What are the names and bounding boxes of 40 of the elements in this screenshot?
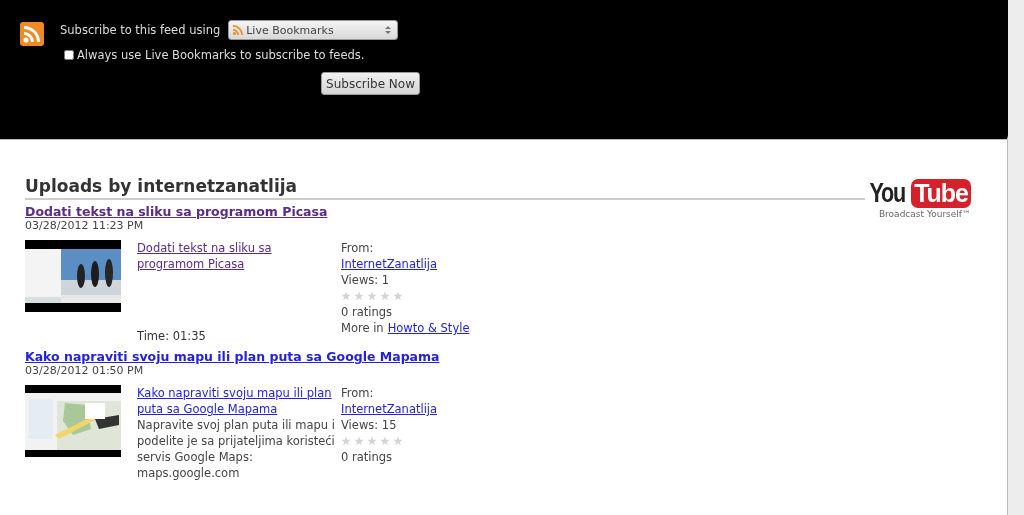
star-icon [367,291,377,301]
from-label: From: [341,240,375,256]
star-icon [341,436,351,446]
subscribe-button[interactable]: Subscribe Now [321,72,420,95]
more-label: More in [341,320,384,336]
star-icon [380,291,390,301]
author-link[interactable]: InternetZanatlija [341,402,438,416]
star-icon [341,291,351,301]
view-count: Views: 15 [341,417,398,433]
category-link[interactable]: Howto & Style [387,320,470,336]
logo-tagline: Broadcast Yourself™ [878,209,971,219]
always-label: Always use Live Bookmarks to subscribe to feeds. [77,48,365,62]
rating-count: 0 ratings [341,304,394,320]
video-link[interactable]: Dodati tekst na sliku sa programom Picasa [137,240,337,272]
rss-icon [232,24,245,36]
rss-icon [20,22,44,46]
feed-heading: Uploads by internetzanatlija [25,176,865,200]
from-label: From: [341,385,375,401]
reader-dropdown[interactable]: Live Bookmarks [228,20,399,40]
video-description: Napravite svoj plan puta ili mapu i podelite je sa prijateljima koristeći servis Google Maps: maps.google.com [137,417,336,481]
logo-text: You [869,178,905,209]
star-icon [354,436,364,446]
always-checkbox[interactable] [64,50,74,60]
logo-badge: Tube [911,179,971,208]
star-icon [393,436,403,446]
star-icon [367,436,377,446]
video-link[interactable]: Kako napraviti svoju mapu ili plan puta sa Google Mapama [137,385,337,417]
spinner-arrows-icon [385,25,392,35]
view-count: Views: 1 [341,272,391,288]
video-duration: Time: 01:35 [137,328,207,344]
subscribe-label: Subscribe to this feed using [60,23,221,37]
video-title-link[interactable]: Dodati tekst na sliku sa programom Picasa [25,204,328,219]
star-icon [393,291,403,301]
author-link[interactable]: InternetZanatlija [341,257,438,271]
video-title-link[interactable]: Kako napraviti svoju mapu ili plan puta sa Google Mapama [25,349,440,364]
star-icon [354,291,364,301]
video-date: 03/28/2012 01:50 PM [25,364,145,377]
rating-count: 0 ratings [341,449,394,465]
video-date: 03/28/2012 11:23 PM [25,219,145,232]
star-icon [380,436,390,446]
